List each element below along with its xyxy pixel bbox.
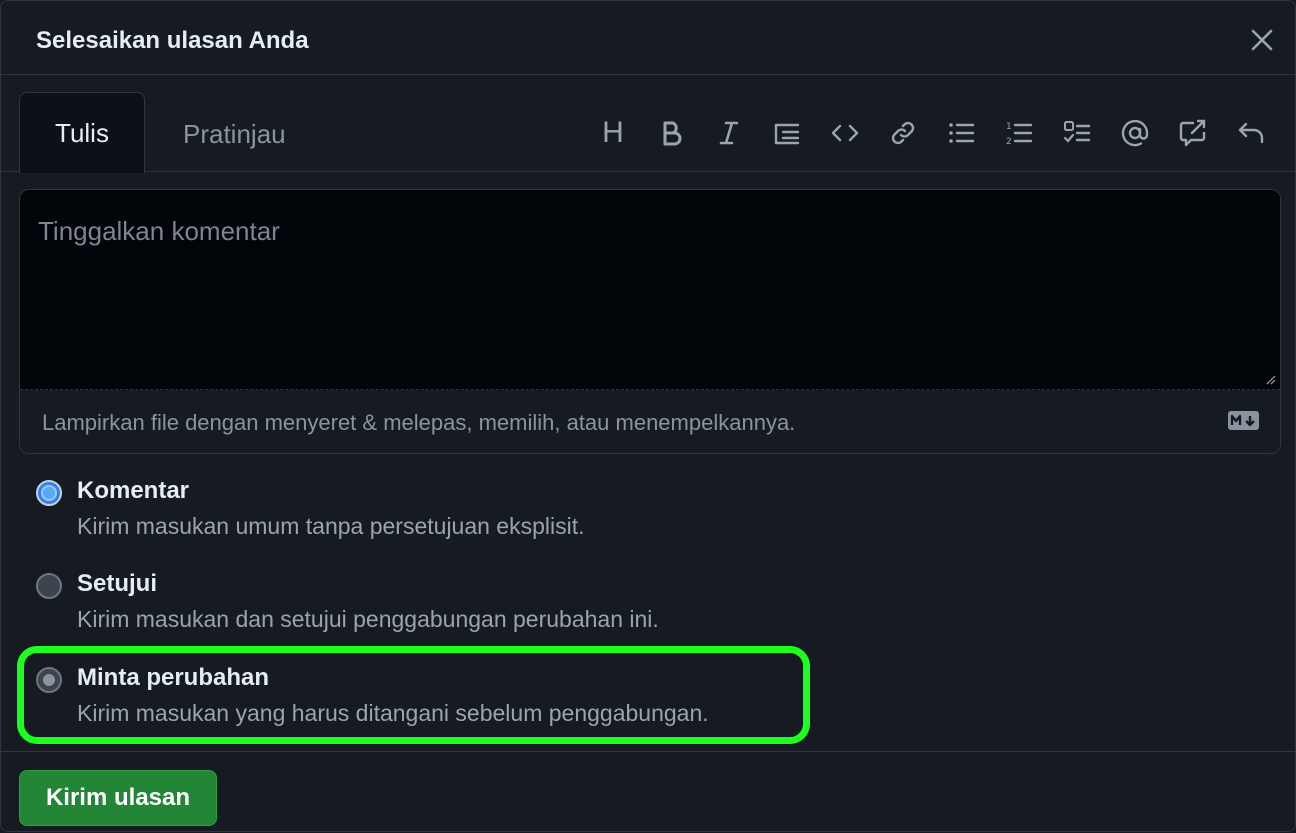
resize-handle-icon[interactable] [1264,373,1276,385]
code-button[interactable] [825,113,865,153]
link-button[interactable] [883,113,923,153]
option-description: Kirim masukan umum tanpa persetujuan eks… [77,513,585,539]
comment-editor: Tinggalkan komentar Lampirkan file denga… [19,189,1281,454]
link-icon [891,121,915,145]
svg-text:2: 2 [1006,137,1012,147]
close-button[interactable] [1249,27,1275,53]
tab-write-label: Tulis [55,117,109,148]
mention-icon [1121,119,1149,147]
review-option-approve[interactable]: Setujui Kirim masukan dan setujui pengga… [1,570,1001,650]
task-list-button[interactable] [1057,113,1097,153]
markdown-toolbar: H 12 [575,113,1271,153]
comment-textarea[interactable]: Tinggalkan komentar [20,190,1280,390]
heading-button[interactable]: H [593,113,633,153]
radio-request-changes[interactable] [36,667,62,693]
cross-reference-icon [1179,119,1206,147]
cross-reference-button[interactable] [1173,113,1213,153]
dialog-footer: Kirim ulasan [1,751,1295,833]
close-icon [1251,29,1273,51]
attach-hint: Lampirkan file dengan menyeret & melepas… [42,410,796,435]
markdown-icon[interactable] [1227,410,1260,431]
option-label: Minta perubahan [77,664,270,691]
option-label: Komentar [77,477,190,504]
radio-approve[interactable] [36,573,62,599]
bold-icon [663,121,682,146]
radio-comment[interactable] [36,480,62,506]
option-description: Kirim masukan dan setujui penggabungan p… [77,606,659,632]
quote-icon [774,123,800,145]
quote-button[interactable] [767,113,807,153]
undo-icon [1238,122,1264,144]
tab-preview[interactable]: Pratinjau [183,119,286,150]
dialog-title: Selesaikan ulasan Anda [36,27,309,54]
unordered-list-icon [949,123,975,143]
code-icon [831,124,859,142]
svg-text:1: 1 [1006,122,1012,132]
undo-button[interactable] [1231,113,1271,153]
review-option-comment[interactable]: Komentar Kirim masukan umum tanpa perset… [1,477,1001,557]
mention-button[interactable] [1115,113,1155,153]
review-option-request-changes[interactable]: Minta perubahan Kirim masukan yang harus… [1,664,1001,744]
dialog-header: Selesaikan ulasan Anda [1,1,1295,75]
tab-write[interactable]: Tulis [19,92,145,173]
heading-icon: H [602,116,624,149]
editor-tabbar: Tulis Pratinjau H 1 2 [1,75,1295,173]
bold-button[interactable] [651,113,691,153]
italic-icon [719,121,739,145]
ordered-list-icon: 12 [1006,122,1033,147]
italic-button[interactable] [709,113,749,153]
unordered-list-button[interactable] [941,113,981,153]
comment-placeholder: Tinggalkan komentar [38,216,280,246]
submit-review-button[interactable]: Kirim ulasan [19,770,217,826]
option-label: Setujui [77,570,158,597]
attach-files-bar[interactable]: Lampirkan file dengan menyeret & melepas… [20,390,1280,453]
option-description: Kirim masukan yang harus ditangani sebel… [77,700,709,726]
task-list-icon [1063,121,1091,143]
review-dialog: Selesaikan ulasan Anda Tulis Pratinjau H [0,0,1296,832]
ordered-list-button[interactable]: 12 [999,113,1039,153]
